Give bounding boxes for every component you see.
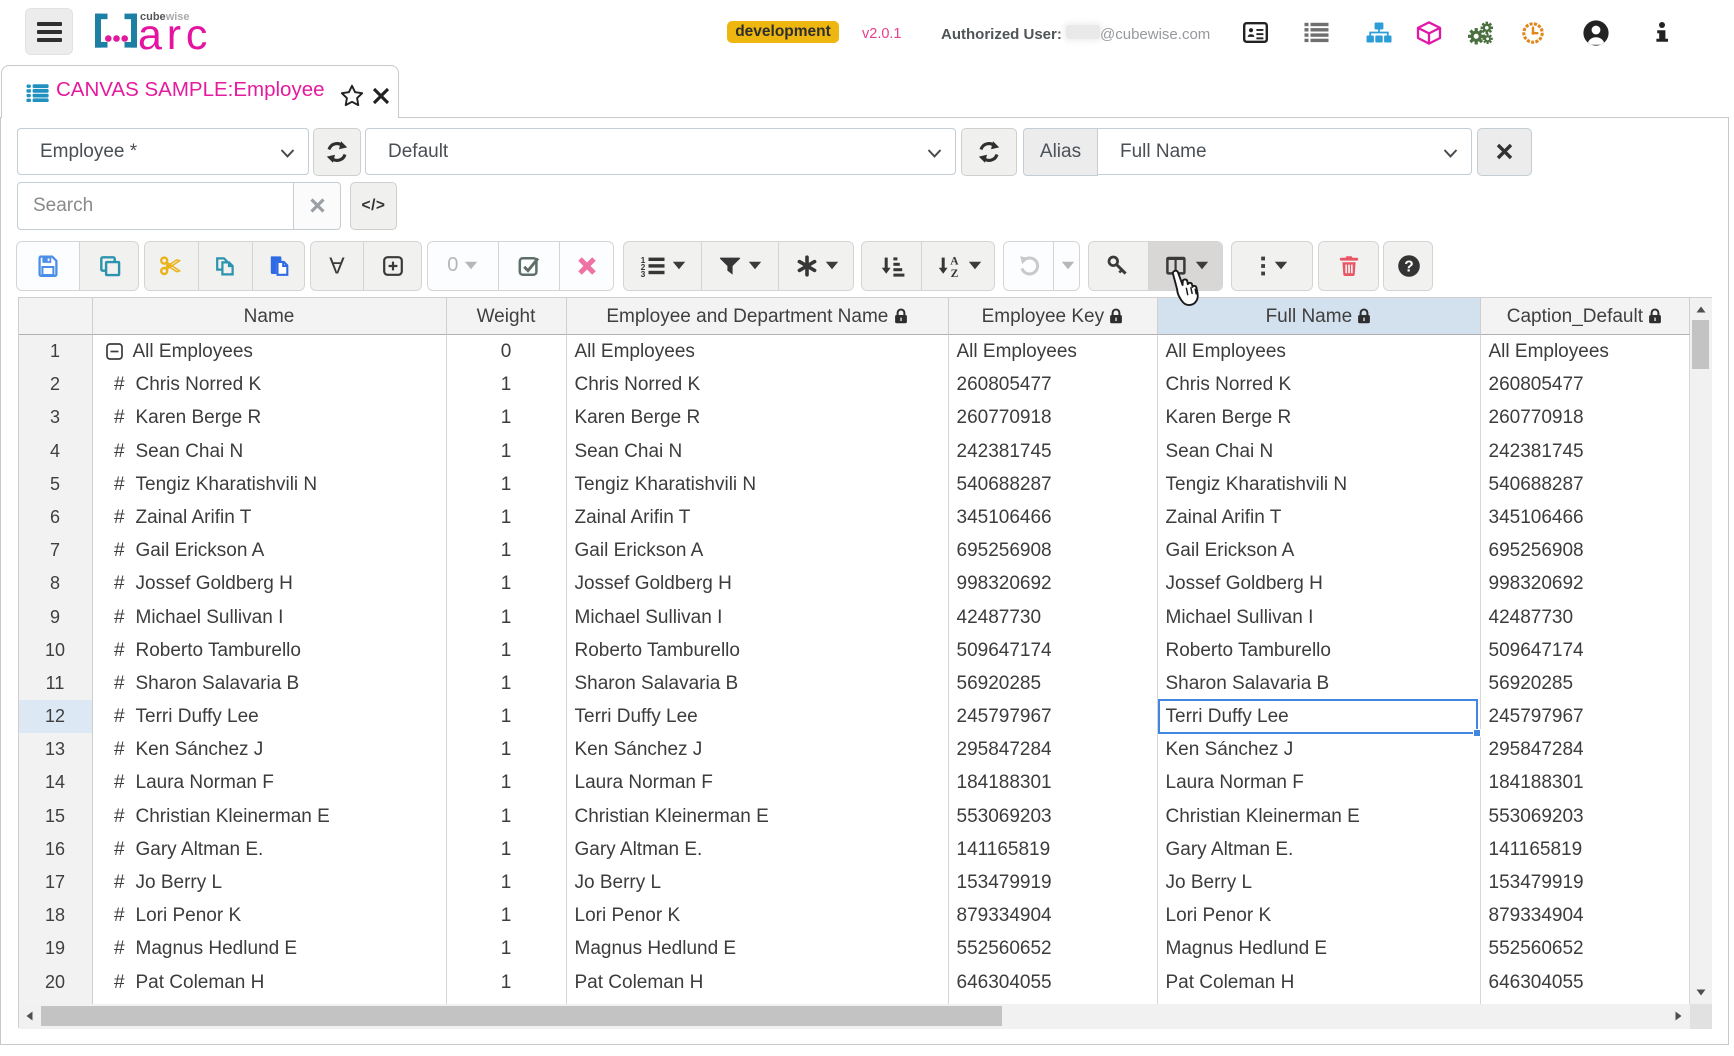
svg-text:A: A — [950, 255, 959, 267]
svg-text:Z: Z — [951, 268, 959, 279]
svg-text:3: 3 — [640, 269, 645, 279]
svg-text:A: A — [329, 253, 345, 279]
svg-text:?: ? — [1404, 258, 1413, 275]
